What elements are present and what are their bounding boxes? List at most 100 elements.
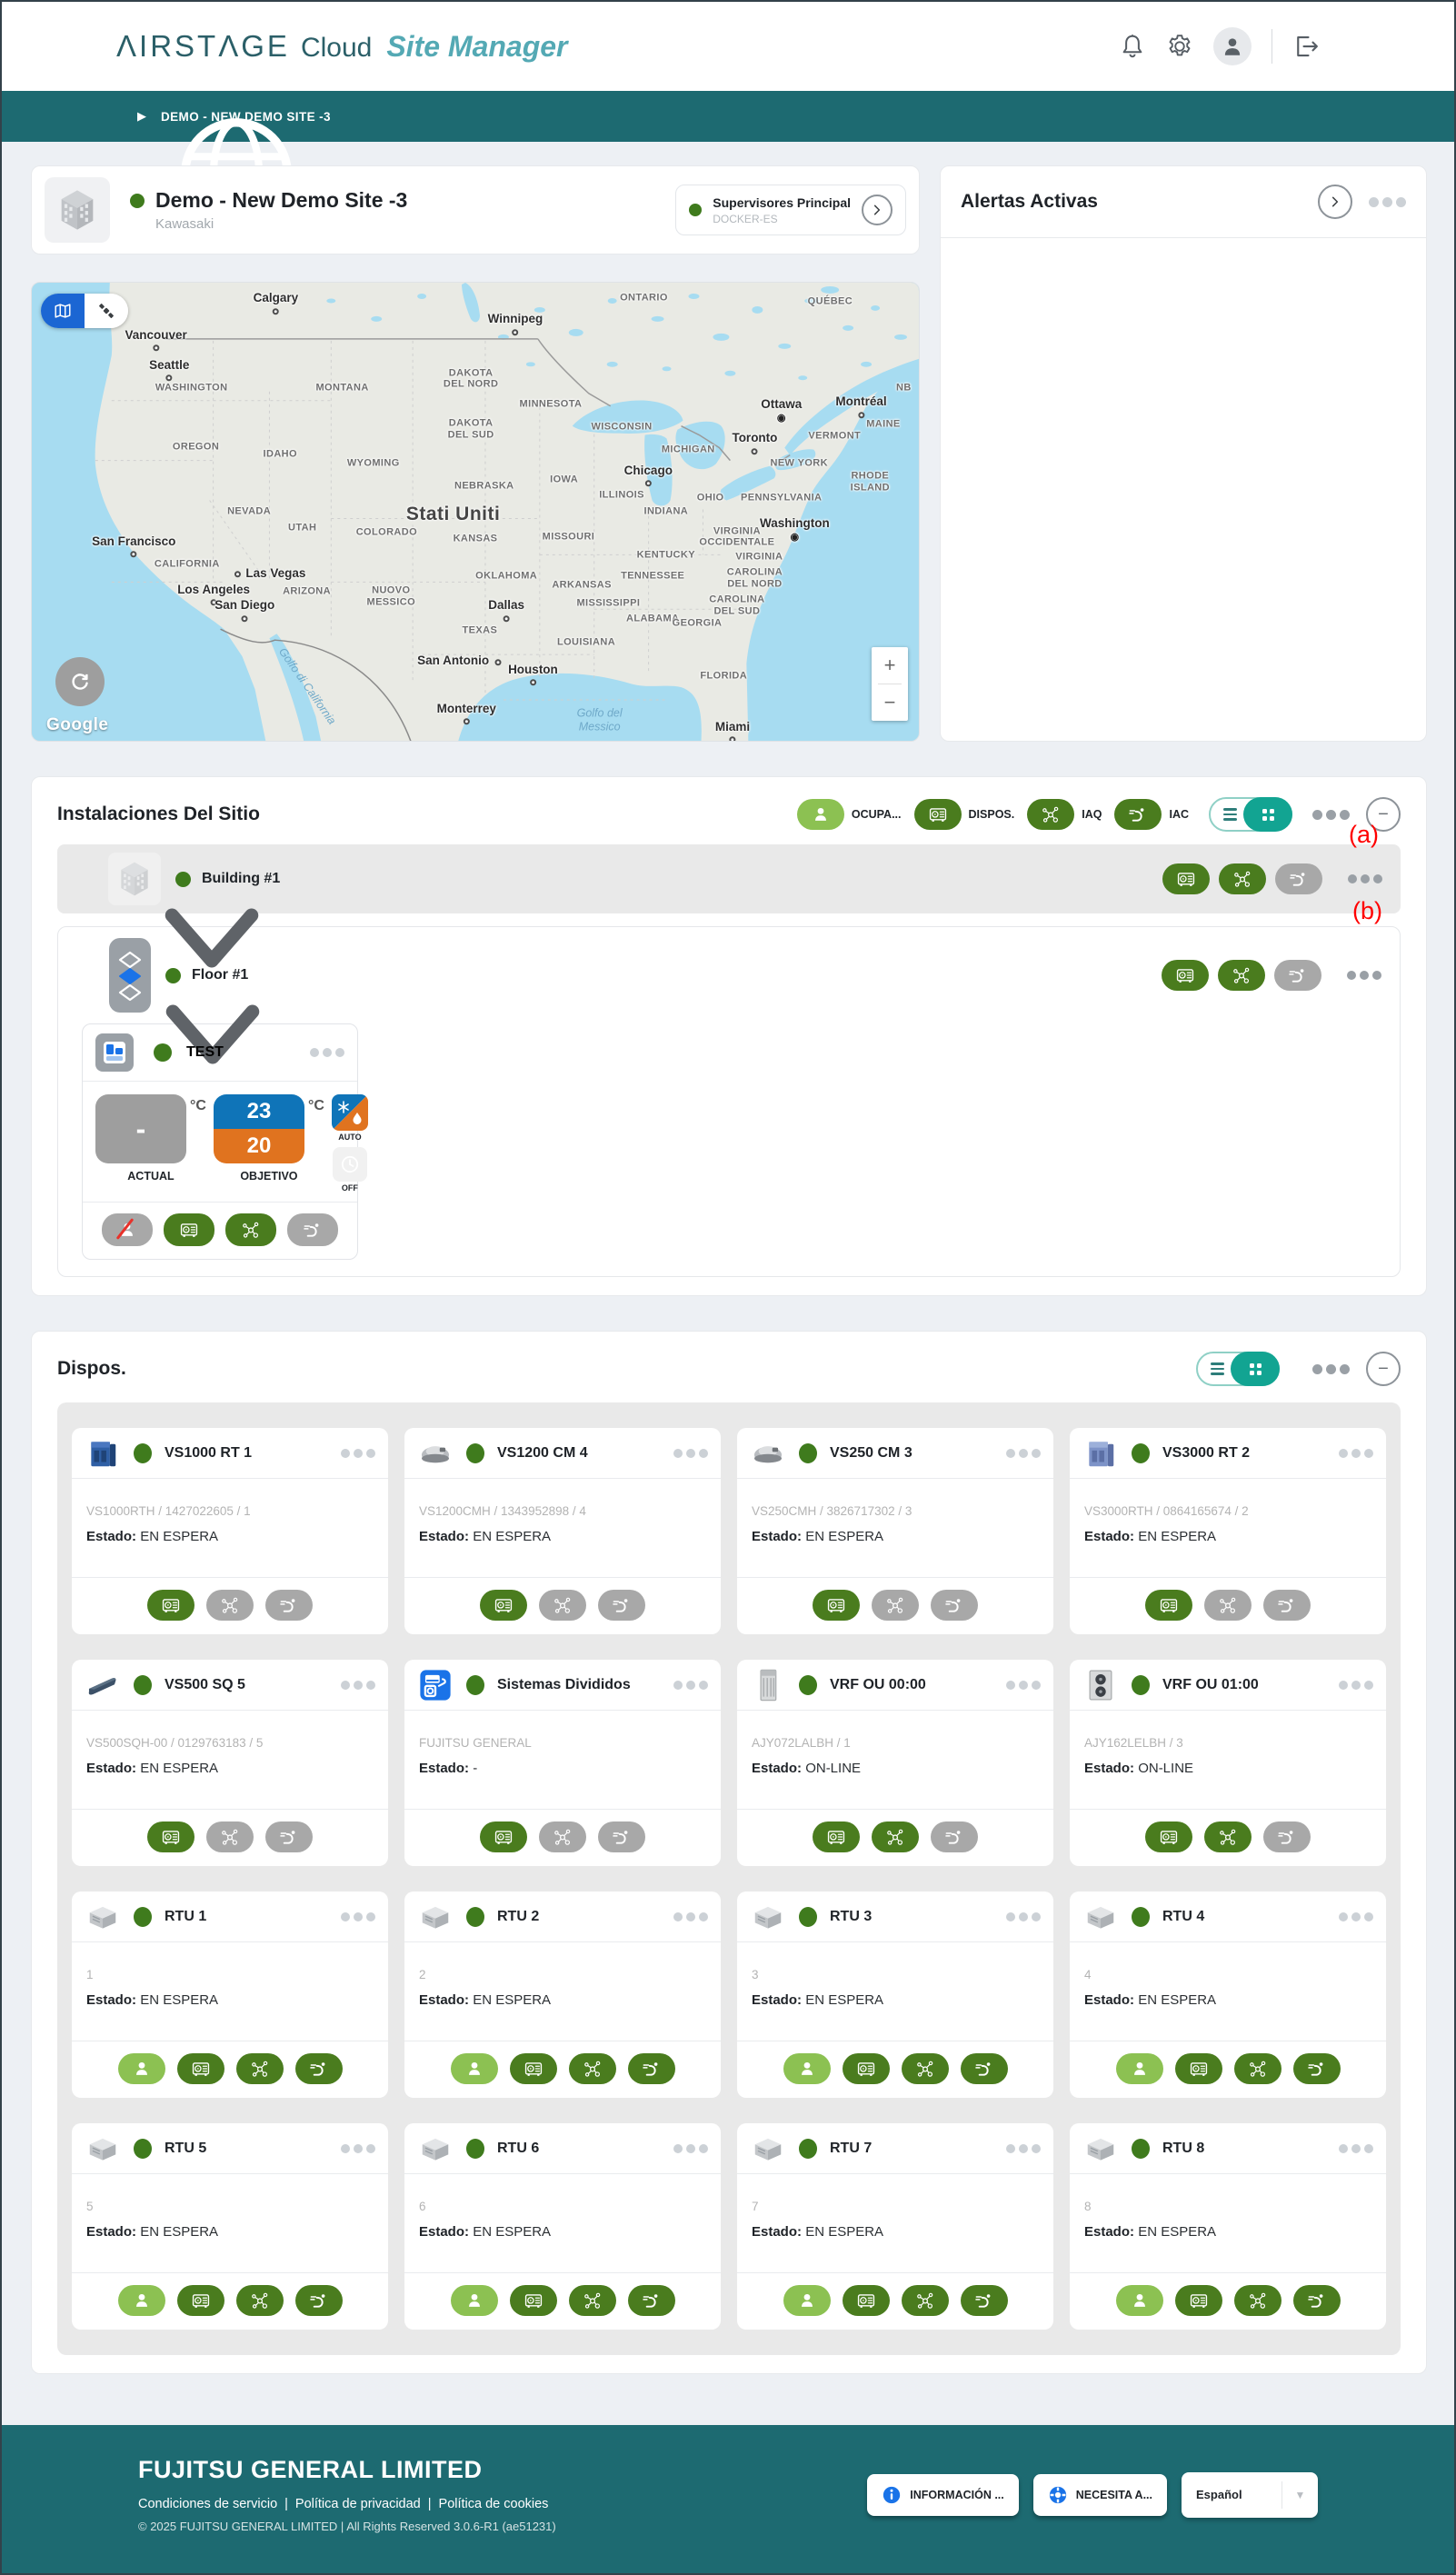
device-menu-dots[interactable] [1002, 1912, 1041, 1921]
device-card[interactable]: RTU 7 7 Estado: EN ESPERA [737, 2123, 1053, 2330]
zone-menu-dots[interactable] [306, 1048, 344, 1057]
building-row[interactable]: Building #1 [57, 844, 1401, 913]
map-label: IDAHO [264, 449, 297, 461]
chevron-down-icon[interactable] [75, 870, 94, 888]
iac-pill-icon [628, 2285, 675, 2316]
device-menu-dots[interactable] [1335, 1681, 1373, 1690]
map-label: Calgary [254, 291, 299, 305]
device-card[interactable]: RTU 1 1 Estado: EN ESPERA [72, 1891, 388, 2098]
devices-collapse-button[interactable]: − [1366, 1352, 1401, 1386]
map-label: COLORADO [356, 526, 417, 538]
map-view-icon[interactable] [41, 294, 85, 328]
iaq-pill-icon [236, 2053, 284, 2084]
device-menu-dots[interactable] [670, 1449, 708, 1458]
device-menu-dots[interactable] [670, 2144, 708, 2153]
device-menu-dots[interactable] [1002, 1681, 1041, 1690]
device-menu-dots[interactable] [670, 1912, 708, 1921]
occ-pill-icon [451, 2285, 498, 2316]
device-card[interactable]: VS250 CM 3 VS250CMH / 3826717302 / 3 Est… [737, 1428, 1053, 1634]
device-card[interactable]: RTU 6 6 Estado: EN ESPERA [404, 2123, 721, 2330]
device-image-icon [750, 1668, 786, 1702]
iaq-pill-icon [1027, 799, 1074, 830]
iaq-pill-icon [236, 2285, 284, 2316]
view-toggle[interactable] [1209, 797, 1292, 832]
device-menu-dots[interactable] [670, 1681, 708, 1690]
satellite-view-icon[interactable] [85, 294, 128, 328]
device-menu-dots[interactable] [337, 2144, 375, 2153]
target-cool-value[interactable]: 23 [214, 1094, 304, 1129]
grid-view-icon[interactable] [1231, 1352, 1280, 1386]
floor-menu-dots[interactable] [1343, 971, 1381, 980]
help-button[interactable]: NECESITA A... [1033, 2474, 1167, 2516]
estado-value: EN ESPERA [473, 1992, 551, 2008]
device-card[interactable]: RTU 5 5 Estado: EN ESPERA [72, 2123, 388, 2330]
estado-value: EN ESPERA [805, 1992, 883, 2008]
devices-view-toggle[interactable] [1196, 1352, 1280, 1386]
target-heat-value[interactable]: 20 [214, 1129, 304, 1163]
gear-icon[interactable] [1166, 33, 1193, 60]
device-name: VS250 CM 3 [830, 1445, 990, 1462]
building-menu-dots[interactable] [1344, 874, 1382, 883]
device-status-dot [799, 1675, 817, 1695]
map-label: INDIANA [644, 506, 689, 518]
estado-value: EN ESPERA [473, 1529, 551, 1544]
iaq-pill-icon [1219, 863, 1266, 894]
chevron-down-icon[interactable] [76, 966, 95, 984]
supervisor-chevron-right-icon[interactable] [862, 195, 893, 225]
target-temp-block[interactable]: 23 20 °C OBJETIVO [214, 1094, 324, 1193]
device-menu-dots[interactable] [1335, 2144, 1373, 2153]
estado-value: EN ESPERA [1138, 1529, 1216, 1544]
device-card[interactable]: VS500 SQ 5 VS500SQH-00 / 0129763183 / 5 … [72, 1660, 388, 1866]
footer-link[interactable]: Condiciones de servicio [138, 2497, 277, 2511]
zone-plan-icon [95, 1033, 134, 1072]
device-menu-dots[interactable] [337, 1681, 375, 1690]
device-card[interactable]: VRF OU 00:00 AJY072LALBH / 1 Estado: ON-… [737, 1660, 1053, 1866]
device-menu-dots[interactable] [337, 1449, 375, 1458]
list-view-icon[interactable] [1212, 808, 1247, 821]
device-menu-dots[interactable] [337, 1912, 375, 1921]
map-label: San Antonio [417, 654, 489, 668]
target-temp-unit: °C [308, 1098, 324, 1114]
breadcrumb-site[interactable]: DEMO - NEW DEMO SITE -3 [161, 110, 331, 124]
device-card[interactable]: VRF OU 01:00 AJY162LELBH / 3 Estado: ON-… [1070, 1660, 1386, 1866]
devices-menu-dots[interactable] [1309, 1364, 1350, 1374]
map-label: Vancouver [125, 328, 186, 343]
device-menu-dots[interactable] [1335, 1912, 1373, 1921]
supervisor-card[interactable]: Supervisores Principal DOCKER-ES [675, 185, 906, 235]
timer-off-icon[interactable] [333, 1147, 367, 1182]
device-card[interactable]: RTU 4 4 Estado: EN ESPERA [1070, 1891, 1386, 2098]
auto-mode-icon[interactable] [332, 1094, 368, 1131]
device-card[interactable]: RTU 3 3 Estado: EN ESPERA [737, 1891, 1053, 2098]
iac-pill-icon [265, 1821, 313, 1852]
map-label: NEBRASKA [454, 481, 514, 493]
occ-pill-icon [783, 2053, 831, 2084]
device-card[interactable]: VS1200 CM 4 VS1200CMH / 1343952898 / 4 E… [404, 1428, 721, 1634]
footer-link[interactable]: Política de privacidad [295, 2497, 421, 2511]
logout-icon[interactable] [1292, 33, 1320, 60]
user-avatar[interactable] [1213, 27, 1252, 65]
facilities-menu-dots[interactable] [1309, 810, 1350, 820]
device-card[interactable]: RTU 2 2 Estado: EN ESPERA [404, 1891, 721, 2098]
footer-link[interactable]: Política de cookies [439, 2497, 549, 2511]
language-select[interactable]: Español ▼ [1182, 2472, 1318, 2518]
globe-icon[interactable] [100, 105, 123, 128]
iac-pill-icon [1274, 960, 1321, 991]
device-card[interactable]: VS3000 RT 2 VS3000RTH / 0864165674 / 2 E… [1070, 1428, 1386, 1634]
alerts-menu-dots[interactable] [1365, 197, 1406, 207]
alerts-chevron-right-icon[interactable] [1318, 185, 1352, 219]
device-card[interactable]: RTU 8 8 Estado: EN ESPERA [1070, 2123, 1386, 2330]
device-menu-dots[interactable] [1002, 1449, 1041, 1458]
device-card[interactable]: Sistemas Divididos FUJITSU GENERAL Estad… [404, 1660, 721, 1866]
device-menu-dots[interactable] [1335, 1449, 1373, 1458]
map-label: CAROLINA DEL NORD [727, 566, 783, 589]
zoom-out-button[interactable]: − [872, 684, 908, 721]
info-button[interactable]: INFORMACIÓN ... [867, 2474, 1018, 2516]
grid-view-icon[interactable] [1243, 797, 1292, 832]
device-menu-dots[interactable] [1002, 2144, 1041, 2153]
device-card[interactable]: VS1000 RT 1 VS1000RTH / 1427022605 / 1 E… [72, 1428, 388, 1634]
map-refresh-button[interactable] [55, 657, 105, 706]
zoom-in-button[interactable]: + [872, 647, 908, 684]
list-view-icon[interactable] [1200, 1362, 1234, 1375]
building-pills [1162, 863, 1322, 894]
bell-icon[interactable] [1119, 33, 1146, 60]
